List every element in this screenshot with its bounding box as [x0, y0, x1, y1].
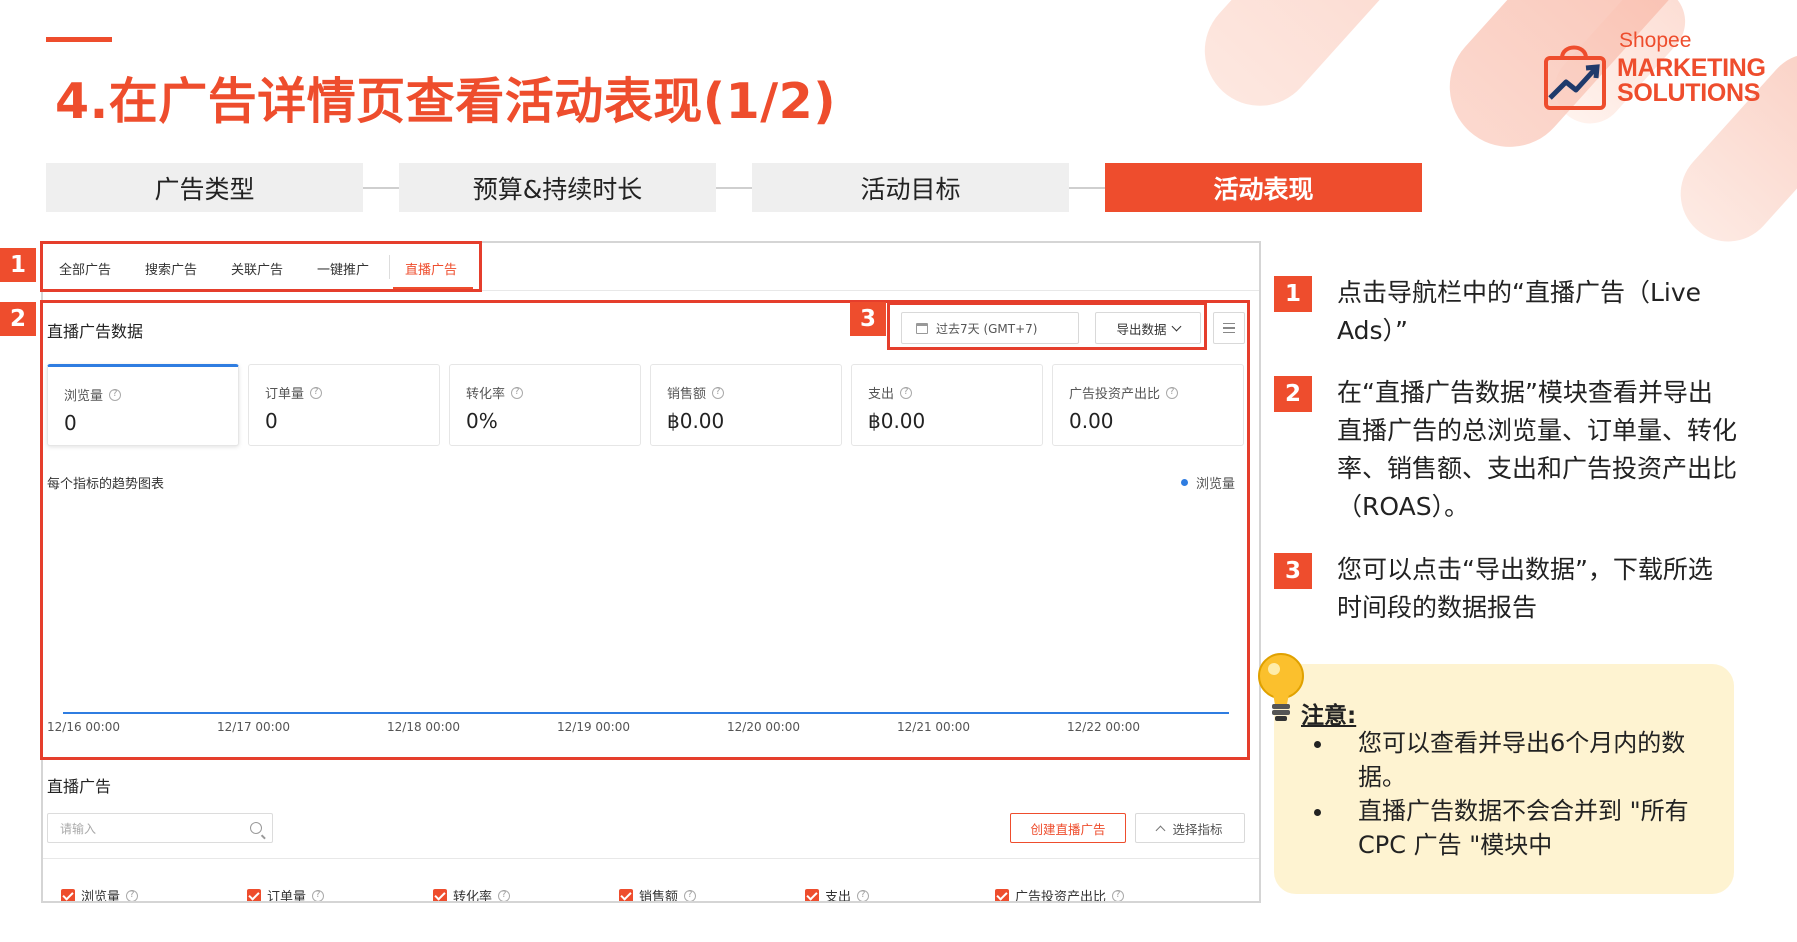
checkbox-label: 浏览量 [81, 890, 121, 903]
instruction-3: 3 您可以点击“导出数据”，下载所选时间段的数据报告 [1274, 551, 1744, 631]
brand-tagline-2: SOLUTIONS [1617, 79, 1761, 107]
page-title: 4.在广告详情页查看活动表现(1/2) [55, 73, 837, 130]
highlight-export [887, 302, 1207, 350]
note-item: 您可以查看并导出6个月内的数据。 [1306, 726, 1716, 794]
note-item: 直播广告数据不会合并到 "所有 CPC 广告 "模块中 [1306, 794, 1716, 862]
instruction-text: 您可以点击“导出数据”，下载所选时间段的数据报告 [1337, 555, 1713, 622]
select-metrics-button[interactable]: 选择指标 [1135, 813, 1245, 843]
instruction-number: 2 [1274, 376, 1312, 412]
checkbox-label: 订单量 [267, 890, 307, 903]
checkbox-checked-icon [247, 888, 261, 901]
brand-tagline-1: MARKETING [1617, 54, 1766, 82]
instruction-text: 点击导航栏中的“直播广告（Live Ads）” [1337, 278, 1702, 345]
live-ads-list-title: 直播广告 [47, 777, 112, 796]
badge-step-2: 2 [0, 302, 36, 336]
checkbox-conversion-rate[interactable]: 转化率? [433, 886, 511, 903]
checkbox-checked-icon [619, 888, 633, 901]
instruction-number: 3 [1274, 553, 1312, 589]
help-icon[interactable]: ? [126, 889, 139, 901]
select-metrics-label: 选择指标 [1172, 821, 1223, 837]
checkbox-expense[interactable]: 支出? [805, 886, 870, 903]
help-icon[interactable]: ? [1112, 889, 1125, 901]
checkbox-checked-icon [61, 888, 75, 901]
metric-checkbox-row: 浏览量? 订单量? 转化率? 销售额? 支出? 广告投资产出比? [43, 858, 1259, 903]
badge-step-3: 3 [850, 302, 886, 336]
highlight-data-module [40, 300, 1250, 760]
step-connector [1069, 187, 1105, 189]
instruction-2: 2 在“直播广告数据”模块查看并导出直播广告的总浏览量、订单量、转化率、销售额、… [1274, 374, 1744, 534]
create-live-ad-button[interactable]: 创建直播广告 [1010, 813, 1126, 843]
note-title: 注意: [1301, 703, 1357, 729]
checkbox-label: 广告投资产出比 [1015, 890, 1107, 903]
process-steps: 广告类型 预算&持续时长 活动目标 活动表现 [46, 163, 1424, 212]
note-list: 您可以查看并导出6个月内的数据。 直播广告数据不会合并到 "所有 CPC 广告 … [1306, 726, 1716, 862]
badge-step-1: 1 [0, 248, 36, 282]
checkbox-views[interactable]: 浏览量? [61, 886, 139, 903]
help-icon[interactable]: ? [684, 889, 697, 901]
checkbox-label: 支出 [825, 890, 852, 903]
instruction-number: 1 [1274, 276, 1312, 312]
checkbox-checked-icon [995, 888, 1009, 901]
step-campaign-performance: 活动表现 [1105, 163, 1422, 212]
step-budget-duration: 预算&持续时长 [399, 163, 716, 212]
checkbox-roas[interactable]: 广告投资产出比? [995, 886, 1125, 903]
highlight-tabs [40, 241, 482, 292]
checkbox-label: 转化率 [453, 890, 493, 903]
checkbox-label: 销售额 [639, 890, 679, 903]
chevron-up-icon [1156, 825, 1166, 835]
checkbox-checked-icon [433, 888, 447, 901]
shopee-marketing-logo: Shopee MARKETING SOLUTIONS [1540, 30, 1780, 120]
shopping-bag-chart-icon [1544, 45, 1606, 110]
search-input[interactable]: 请输入 [47, 813, 273, 843]
checkbox-sales[interactable]: 销售额? [619, 886, 697, 903]
step-campaign-goal: 活动目标 [752, 163, 1069, 212]
step-connector [363, 187, 399, 189]
checkbox-checked-icon [805, 888, 819, 901]
step-ad-type: 广告类型 [46, 163, 363, 212]
search-placeholder: 请输入 [60, 821, 97, 836]
decorative-shape [1182, 0, 1438, 129]
help-icon[interactable]: ? [498, 889, 511, 901]
instruction-text: 在“直播广告数据”模块查看并导出直播广告的总浏览量、订单量、转化率、销售额、支出… [1337, 378, 1738, 521]
step-connector [716, 187, 752, 189]
help-icon[interactable]: ? [312, 889, 325, 901]
instruction-1: 1 点击导航栏中的“直播广告（Live Ads）” [1274, 274, 1744, 354]
brand-name: Shopee [1619, 29, 1692, 52]
checkbox-orders[interactable]: 订单量? [247, 886, 325, 903]
search-icon [250, 822, 262, 834]
title-accent-bar [46, 37, 112, 42]
help-icon[interactable]: ? [857, 889, 870, 901]
